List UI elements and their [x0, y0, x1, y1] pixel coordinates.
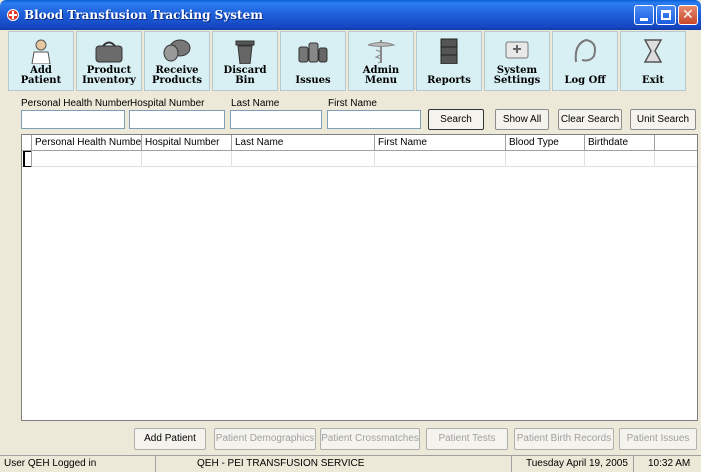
admin-menu-button[interactable]: Admin Menu	[348, 31, 414, 91]
unit-search-button[interactable]: Unit Search	[630, 109, 696, 130]
grid-cell[interactable]	[506, 151, 585, 166]
patient-demographics-button[interactable]: Patient Demographics	[214, 428, 316, 450]
status-user: User QEH Logged in	[0, 456, 156, 472]
col-header-blood-type[interactable]: Blood Type	[506, 135, 585, 150]
col-header-phn[interactable]: Personal Health Number	[32, 135, 142, 150]
col-header-first-name[interactable]: First Name	[375, 135, 506, 150]
app-icon	[7, 9, 19, 21]
caduceus-icon	[367, 40, 396, 64]
hospital-number-input[interactable]	[129, 110, 225, 129]
toolbar-label: Exit	[641, 75, 664, 86]
patient-crossmatches-button[interactable]: Patient Crossmatches	[320, 428, 420, 450]
toolbar-label: Log Off	[564, 75, 606, 86]
grid-cell[interactable]	[142, 151, 232, 166]
phn-input[interactable]	[21, 110, 125, 129]
first-name-label: First Name	[328, 98, 377, 109]
discard-bin-button[interactable]: Discard Bin	[212, 31, 278, 91]
product-inventory-button[interactable]: Product Inventory	[76, 31, 142, 91]
bottles-icon	[298, 42, 328, 63]
window-title: Blood Transfusion Tracking System	[24, 8, 263, 22]
add-patient-button[interactable]: Add Patient	[8, 31, 74, 91]
search-button[interactable]: Search	[428, 109, 484, 130]
clear-search-button[interactable]: Clear Search	[558, 109, 622, 130]
last-name-input[interactable]	[230, 110, 322, 129]
person-icon	[31, 39, 51, 64]
current-row-marker	[23, 151, 31, 167]
log-off-button[interactable]: Log Off	[552, 31, 618, 91]
status-service: QEH - PEI TRANSFUSION SERVICE	[156, 456, 512, 472]
phn-label: Personal Health Number	[21, 98, 131, 109]
bin-icon	[235, 40, 255, 64]
toolbar-label: Add Patient	[20, 65, 62, 86]
col-header-last-name[interactable]: Last Name	[232, 135, 375, 150]
grid-cell[interactable]	[232, 151, 375, 166]
show-all-button[interactable]: Show All	[495, 109, 549, 130]
maximize-icon	[661, 10, 671, 20]
receive-products-button[interactable]: Receive Products	[144, 31, 210, 91]
cabinet-icon	[440, 38, 458, 64]
first-name-input[interactable]	[327, 110, 421, 129]
toolbar-label: Issues	[295, 75, 331, 86]
maximize-button[interactable]	[656, 5, 676, 25]
minimize-icon	[640, 18, 648, 21]
toolbar-label: Admin Menu	[362, 65, 400, 86]
add-patient-bottom-button[interactable]: Add Patient	[134, 428, 206, 450]
title-bar: Blood Transfusion Tracking System ✕	[0, 0, 701, 30]
issues-button[interactable]: Issues	[280, 31, 346, 91]
grid-cell[interactable]	[375, 151, 506, 166]
row-header-corner	[22, 135, 32, 151]
status-date: Tuesday April 19, 2005	[512, 456, 634, 472]
close-icon: ✕	[682, 7, 694, 23]
status-bar: User QEH Logged in QEH - PEI TRANSFUSION…	[0, 455, 701, 472]
exit-icon	[643, 39, 663, 63]
patient-birth-records-button[interactable]: Patient Birth Records	[514, 428, 614, 450]
toolbar-label: Discard Bin	[223, 65, 267, 86]
close-button[interactable]: ✕	[678, 5, 698, 25]
reports-button[interactable]: Reports	[416, 31, 482, 91]
minimize-button[interactable]	[634, 5, 654, 25]
bag-icon	[95, 41, 123, 63]
patient-grid[interactable]: Personal Health Number Hospital Number L…	[21, 134, 698, 421]
patient-issues-button[interactable]: Patient Issues	[619, 428, 697, 450]
medical-kit-icon	[505, 41, 529, 59]
toolbar-label: System Settings	[493, 65, 541, 86]
exit-button[interactable]: Exit	[620, 31, 686, 91]
logoff-icon	[574, 38, 596, 63]
toolbar-label: Receive Products	[151, 65, 203, 86]
grid-header: Personal Health Number Hospital Number L…	[22, 135, 697, 151]
patient-tests-button[interactable]: Patient Tests	[426, 428, 508, 450]
system-settings-button[interactable]: System Settings	[484, 31, 550, 91]
toolbar-label: Product Inventory	[82, 65, 136, 86]
hospital-number-label: Hospital Number	[130, 98, 205, 109]
toolbar-label: Reports	[427, 75, 471, 86]
grid-cell[interactable]	[585, 151, 655, 166]
col-header-birthdate[interactable]: Birthdate	[585, 135, 655, 150]
status-time: 10:32 AM	[648, 458, 691, 469]
window-controls: ✕	[634, 5, 698, 25]
main-toolbar: Add Patient Product Inventory Receive Produ…	[8, 31, 698, 91]
last-name-label: Last Name	[231, 98, 280, 109]
grid-cell[interactable]	[32, 151, 142, 166]
shield-icon	[163, 39, 191, 62]
col-header-hospital-number[interactable]: Hospital Number	[142, 135, 232, 150]
table-row[interactable]	[22, 151, 697, 167]
